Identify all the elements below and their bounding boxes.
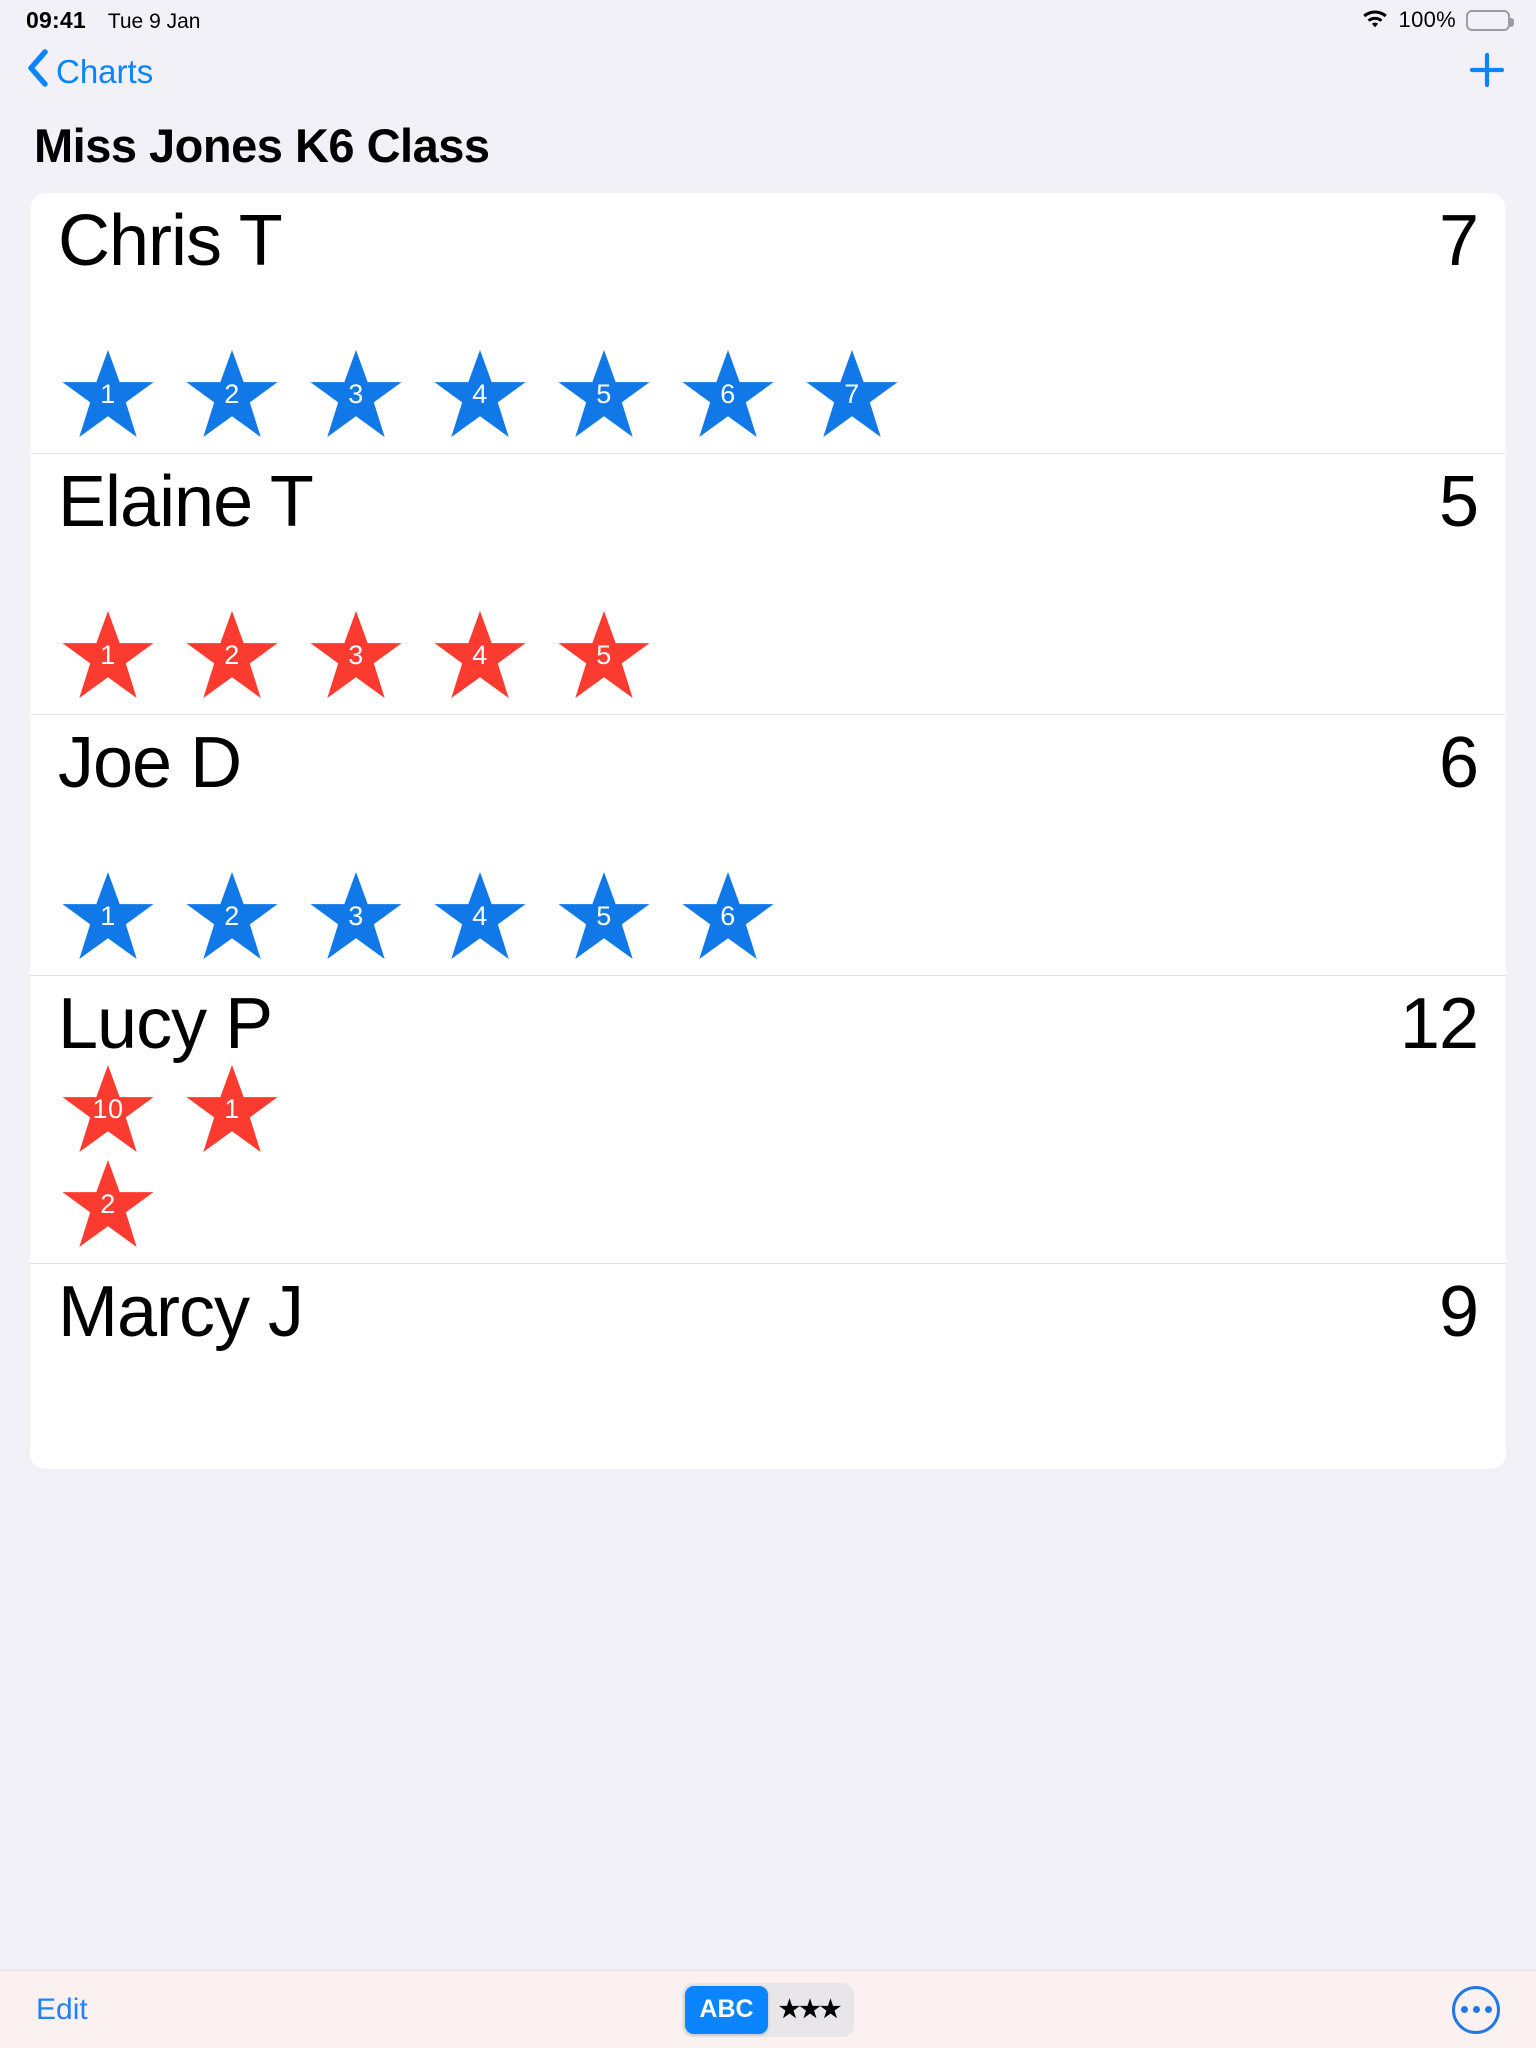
star-icon[interactable]: 5 [554, 868, 654, 963]
star-row: 1 2 3 4 5 6 [58, 868, 1478, 975]
star-icon[interactable]: 4 [430, 868, 530, 963]
star-number: 3 [348, 639, 364, 670]
row-header: Lucy P 12 [58, 976, 1479, 1067]
back-button-label: Charts [56, 53, 154, 90]
edit-button[interactable]: Edit [36, 1993, 88, 2027]
star-number: 7 [844, 378, 860, 409]
battery-full-icon [1466, 9, 1514, 31]
page-title: Miss Jones K6 Class [34, 119, 490, 172]
star-row: 1 2 3 4 5 6 7 [58, 346, 1478, 453]
status-bar-right: 100% [1361, 7, 1514, 33]
star-number: 1 [100, 378, 116, 409]
star-icon[interactable]: 3 [306, 607, 406, 702]
segment-abc[interactable]: ABC [685, 1985, 768, 2034]
star-icon[interactable]: 6 [678, 346, 778, 441]
student-name: Elaine T [58, 461, 314, 542]
star-icon[interactable]: 10 [58, 1061, 158, 1156]
star-icon[interactable]: 3 [306, 346, 406, 441]
table-row[interactable]: Lucy P 12 10 1 2 [30, 976, 1506, 1264]
chevron-left-icon [26, 49, 48, 95]
star-icon[interactable]: 5 [554, 346, 654, 441]
star-number: 3 [348, 378, 364, 409]
status-bar: 09:41 Tue 9 Jan 100% [0, 0, 1536, 40]
back-button[interactable]: Charts [26, 49, 153, 95]
star-number: 2 [224, 900, 240, 931]
student-score: 7 [1438, 201, 1479, 281]
student-list: Chris T 7 1234567 Elaine T 5 12345 Joe D… [30, 193, 1506, 1469]
student-score: 9 [1438, 1271, 1479, 1352]
row-header: Marcy J 9 [58, 1264, 1479, 1355]
student-score: 5 [1438, 461, 1479, 542]
star-number: 4 [472, 900, 488, 931]
status-bar-left: 09:41 Tue 9 Jan [26, 7, 200, 34]
star-number: 4 [472, 639, 488, 670]
star-icon[interactable]: 1 [58, 868, 158, 963]
star-icon[interactable]: 1 [182, 1061, 282, 1156]
star-number: 6 [720, 378, 736, 409]
star-icon[interactable]: 2 [182, 607, 282, 702]
add-button[interactable] [1464, 49, 1510, 95]
star-number: 2 [100, 1188, 116, 1219]
status-date: Tue 9 Jan [107, 9, 201, 33]
star-number: 5 [596, 900, 612, 931]
star-number: 5 [596, 639, 612, 670]
star-number: 2 [224, 639, 240, 670]
student-score: 12 [1399, 983, 1479, 1064]
star-number: 1 [100, 900, 116, 931]
student-name: Marcy J [58, 1271, 304, 1352]
star-icon[interactable]: 2 [182, 346, 282, 441]
row-header: Elaine T 5 [58, 454, 1479, 545]
ellipsis-circle-icon [1460, 2006, 1468, 2013]
star-number: 3 [348, 900, 364, 931]
star-icon[interactable]: 5 [554, 607, 654, 702]
row-header: Joe D 6 [58, 715, 1479, 806]
wifi-icon [1361, 10, 1389, 30]
star-icon[interactable]: 2 [182, 868, 282, 963]
row-header: Chris T 7 [58, 193, 1479, 284]
star-icon[interactable]: 3 [306, 868, 406, 963]
star-icon[interactable]: 4 [430, 346, 530, 441]
more-button[interactable] [1452, 1985, 1500, 2034]
star-icon[interactable]: 7 [802, 346, 902, 441]
star-icon[interactable]: 1 [58, 607, 158, 702]
table-row[interactable]: Chris T 7 1 2 3 4 5 6 7 [30, 193, 1506, 454]
table-row[interactable]: Marcy J 9 [30, 1264, 1506, 1367]
student-name: Lucy P [58, 983, 273, 1064]
segment-stars[interactable]: ★★★ [768, 1986, 851, 2034]
star-number: 1 [100, 639, 116, 670]
star-icon[interactable]: 1 [58, 346, 158, 441]
star-number: 10 [92, 1093, 124, 1124]
star-icon[interactable]: 2 [58, 1156, 158, 1251]
table-row[interactable]: Elaine T 5 1 2 3 4 5 [30, 454, 1506, 715]
star-row: 10 1 2 [58, 1061, 348, 1263]
star-icon[interactable]: 4 [430, 607, 530, 702]
star-row: 1 2 3 4 5 [58, 607, 1478, 714]
table-row[interactable]: Joe D 6 1 2 3 4 5 6 [30, 715, 1506, 976]
star-number: 1 [224, 1093, 240, 1124]
star-icon[interactable]: 6 [678, 868, 778, 963]
navigation-bar: Charts [0, 40, 1536, 104]
battery-percentage: 100% [1398, 7, 1456, 32]
student-name: Chris T [58, 201, 283, 281]
star-number: 2 [224, 378, 240, 409]
view-mode-segmented-control[interactable]: ABC ★★★ [682, 1982, 854, 2037]
student-score: 6 [1438, 722, 1479, 803]
status-time: 09:41 [26, 6, 86, 33]
star-number: 6 [720, 900, 736, 931]
star-number: 4 [472, 378, 488, 409]
star-number: 5 [596, 378, 612, 409]
bottom-toolbar: Edit ABC ★★★ [0, 1970, 1536, 2048]
star-row [58, 1355, 1478, 1367]
student-name: Joe D [58, 722, 242, 803]
plus-icon [1466, 49, 1508, 96]
